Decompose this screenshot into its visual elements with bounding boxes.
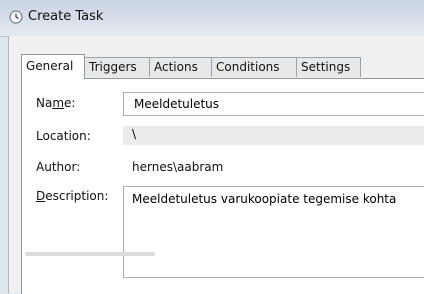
author-label: Author: — [36, 160, 81, 174]
tab-settings[interactable]: Settings — [296, 57, 361, 77]
task-scheduler-clock-icon — [9, 10, 23, 24]
location-label: Location: — [36, 129, 91, 143]
general-tab-panel: Name: Meeldetuletus Location: \ Author: … — [21, 78, 424, 294]
tab-triggers-label: Triggers — [89, 60, 137, 74]
tab-actions[interactable]: Actions — [149, 57, 212, 77]
partially-visible-option — [25, 252, 155, 256]
tab-general[interactable]: General — [21, 54, 85, 79]
tab-general-label: General — [26, 59, 74, 73]
description-label: Description: — [36, 189, 109, 203]
author-value: hernes\aabram — [132, 160, 224, 174]
window-title: Create Task — [28, 9, 104, 24]
title-bar: Create Task — [0, 0, 424, 37]
tab-triggers[interactable]: Triggers — [84, 57, 150, 77]
tab-conditions[interactable]: Conditions — [211, 57, 297, 77]
name-field-value: Meeldetuletus — [134, 97, 220, 111]
location-value: \ — [132, 127, 137, 141]
name-label: Name: — [36, 96, 76, 110]
name-field[interactable]: Meeldetuletus — [123, 92, 424, 116]
description-value: Meeldetuletus varukoopiate tegemise koht… — [132, 192, 397, 206]
tab-conditions-label: Conditions — [216, 60, 280, 74]
description-field[interactable]: Meeldetuletus varukoopiate tegemise koht… — [123, 186, 424, 278]
tab-actions-label: Actions — [154, 60, 198, 74]
tab-settings-label: Settings — [301, 60, 351, 74]
location-field: \ — [123, 126, 424, 145]
